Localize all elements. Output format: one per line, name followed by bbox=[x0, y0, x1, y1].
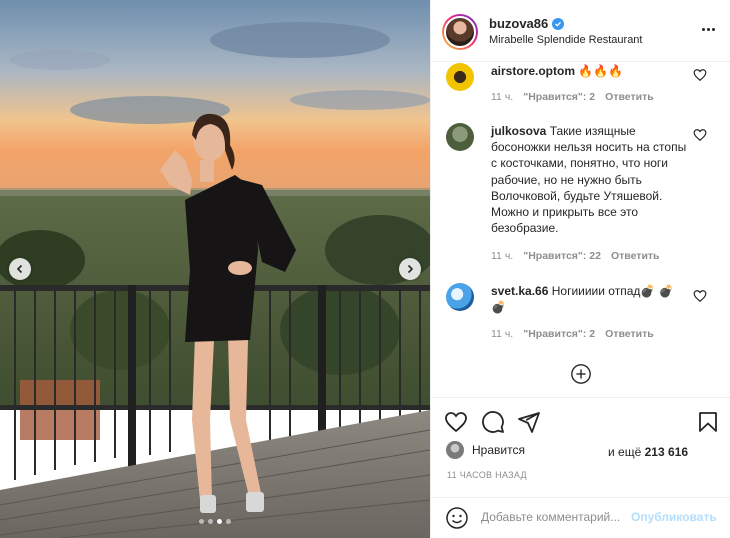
carousel-dot bbox=[199, 519, 204, 524]
comment-time[interactable]: 11 ч. bbox=[491, 250, 513, 262]
comments-list: airstore.optom 🔥🔥🔥 11 ч. "Нравится": 2 О… bbox=[431, 63, 730, 396]
comment-text: Такие изящные босоножки нельзя носить на… bbox=[491, 124, 687, 236]
comment-body: julkosova Такие изящные босоножки нельзя… bbox=[491, 123, 691, 236]
commenter-username[interactable]: julkosova bbox=[491, 124, 546, 138]
liked-by-label: Нравится bbox=[472, 443, 525, 457]
comment-time[interactable]: 11 ч. bbox=[491, 328, 513, 340]
carousel-dot bbox=[208, 519, 213, 524]
comment-text: 🔥🔥🔥 bbox=[578, 64, 624, 78]
comment-time[interactable]: 11 ч. bbox=[491, 91, 513, 103]
post-photo[interactable] bbox=[0, 0, 430, 538]
likes-count[interactable]: 213 616 bbox=[645, 445, 688, 459]
share-paper-plane-icon[interactable] bbox=[517, 410, 541, 434]
comment-like-heart-icon[interactable] bbox=[693, 68, 707, 82]
load-more-comments-icon[interactable] bbox=[570, 363, 592, 385]
comment-meta: 11 ч. "Нравится": 2 Ответить bbox=[491, 328, 654, 340]
chevron-right-icon bbox=[407, 264, 414, 274]
likes-count-prefix: и ещё bbox=[608, 445, 642, 459]
verified-badge-icon bbox=[552, 17, 565, 30]
emoji-picker-icon[interactable] bbox=[445, 506, 469, 530]
comment-like-heart-icon[interactable] bbox=[693, 289, 707, 303]
comment-meta: 11 ч. "Нравится": 2 Ответить bbox=[491, 91, 654, 103]
comment-likes[interactable]: "Нравится": 2 bbox=[523, 91, 595, 103]
comment-likes[interactable]: "Нравится": 22 bbox=[523, 250, 601, 262]
save-bookmark-icon[interactable] bbox=[696, 410, 720, 434]
like-heart-icon[interactable] bbox=[444, 410, 468, 434]
author-avatar[interactable] bbox=[442, 14, 478, 50]
more-options-icon[interactable] bbox=[702, 28, 715, 31]
commenter-avatar[interactable] bbox=[446, 283, 474, 311]
comment-reply-button[interactable]: Ответить bbox=[605, 328, 654, 340]
commenter-avatar[interactable] bbox=[446, 123, 474, 151]
comment-meta: 11 ч. "Нравится": 22 Ответить bbox=[491, 250, 660, 262]
comment-like-heart-icon[interactable] bbox=[693, 128, 707, 142]
author-username[interactable]: buzova86 bbox=[489, 16, 565, 31]
comment-input[interactable] bbox=[481, 506, 631, 528]
commenter-username[interactable]: airstore.optom bbox=[491, 64, 575, 78]
chevron-left-icon bbox=[16, 264, 23, 274]
carousel-dot bbox=[226, 519, 231, 524]
post-actions: Нравится и ещё 213 616 11 ЧАСОВ НАЗАД bbox=[431, 397, 730, 497]
comment-reply-button[interactable]: Ответить bbox=[605, 91, 654, 103]
next-slide-button[interactable] bbox=[399, 258, 421, 280]
comment-bubble-icon[interactable] bbox=[481, 410, 505, 434]
comment-reply-button[interactable]: Ответить bbox=[611, 250, 660, 262]
author-username-text[interactable]: buzova86 bbox=[489, 16, 548, 31]
post-timestamp[interactable]: 11 ЧАСОВ НАЗАД bbox=[447, 470, 527, 480]
comment-body: svet.ka.66 Ногиииии отпад💣 💣 💣 bbox=[491, 283, 691, 315]
post-image bbox=[0, 0, 430, 538]
commenter-username[interactable]: svet.ka.66 bbox=[491, 284, 548, 298]
comment-body: airstore.optom 🔥🔥🔥 bbox=[491, 63, 691, 79]
post-panel: buzova86 Mirabelle Splendide Restaurant … bbox=[430, 0, 730, 538]
commenter-avatar[interactable] bbox=[446, 63, 474, 91]
liker-avatar[interactable] bbox=[446, 441, 464, 459]
post-location[interactable]: Mirabelle Splendide Restaurant bbox=[489, 34, 642, 46]
prev-slide-button[interactable] bbox=[9, 258, 31, 280]
post-header: buzova86 Mirabelle Splendide Restaurant bbox=[431, 0, 730, 62]
add-comment-bar: Опубликовать bbox=[431, 497, 730, 538]
comment-likes[interactable]: "Нравится": 2 bbox=[523, 328, 595, 340]
likes-count-group[interactable]: и ещё 213 616 bbox=[608, 445, 688, 459]
publish-button[interactable]: Опубликовать bbox=[631, 510, 717, 524]
carousel-dot-active bbox=[217, 519, 222, 524]
carousel-indicator bbox=[199, 519, 231, 524]
